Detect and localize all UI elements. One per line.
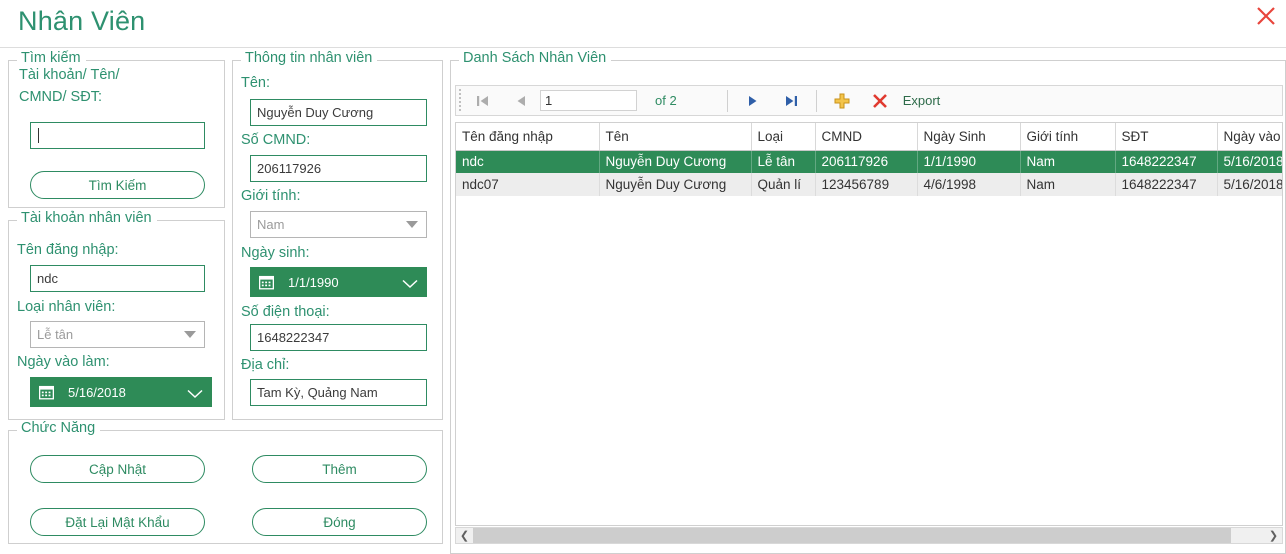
delete-cross-icon[interactable] bbox=[861, 86, 899, 115]
cell-idnumber: 123456789 bbox=[815, 173, 917, 196]
search-group: Tìm kiếm Tài khoản/ Tên/ CMND/ SĐT: Tìm … bbox=[8, 60, 225, 208]
dob-value: 1/1/1990 bbox=[288, 275, 402, 290]
scroll-left-icon[interactable]: ❮ bbox=[456, 528, 473, 543]
cell-phone: 1648222347 bbox=[1115, 150, 1217, 173]
employee-list-legend: Danh Sách Nhân Viên bbox=[459, 50, 611, 66]
phone-input[interactable]: 1648222347 bbox=[250, 324, 427, 351]
cell-gender: Nam bbox=[1020, 150, 1115, 173]
cell-hiredate: 5/16/2018 bbox=[1217, 173, 1283, 196]
scroll-right-icon[interactable]: ❯ bbox=[1265, 528, 1282, 543]
search-button[interactable]: Tìm Kiếm bbox=[30, 171, 205, 199]
grid-navigation-toolbar: 1 of 2 bbox=[455, 85, 1283, 116]
export-button[interactable]: Export bbox=[903, 93, 941, 108]
address-label: Địa chỉ: bbox=[241, 357, 289, 373]
page-title: Nhân Viên bbox=[18, 6, 145, 37]
title-bar: Nhân Viên bbox=[0, 0, 1286, 48]
header-divider bbox=[0, 47, 1286, 48]
toolbar-grip-handle[interactable] bbox=[456, 86, 464, 115]
hire-date-label: Ngày vào làm: bbox=[17, 354, 110, 370]
gender-value: Nam bbox=[257, 217, 284, 232]
table-row[interactable]: ndc07 Nguyễn Duy Cương Quản lí 123456789… bbox=[456, 173, 1283, 196]
search-label-line1: Tài khoản/ Tên/ bbox=[19, 67, 120, 83]
table-header-row: Tên đăng nhập Tên Loại CMND Ngày Sinh Gi… bbox=[456, 123, 1283, 150]
cell-username: ndc07 bbox=[456, 173, 599, 196]
table-body: ndc Nguyễn Duy Cương Lễ tân 206117926 1/… bbox=[456, 150, 1283, 196]
add-button[interactable]: Thêm bbox=[252, 455, 427, 483]
employee-management-window: Nhân Viên Tìm kiếm Tài khoản/ Tên/ CMND/… bbox=[0, 0, 1286, 554]
column-header-username[interactable]: Tên đăng nhập bbox=[456, 123, 599, 150]
table-row[interactable]: ndc Nguyễn Duy Cương Lễ tân 206117926 1/… bbox=[456, 150, 1283, 173]
cell-dob: 1/1/1990 bbox=[917, 150, 1020, 173]
account-group-legend: Tài khoản nhân viên bbox=[17, 210, 157, 226]
cell-name: Nguyễn Duy Cương bbox=[599, 150, 751, 173]
update-button[interactable]: Cập Nhật bbox=[30, 455, 205, 483]
cell-name: Nguyễn Duy Cương bbox=[599, 173, 751, 196]
toolbar-separator bbox=[816, 90, 817, 112]
username-label: Tên đăng nhập: bbox=[17, 242, 119, 258]
functions-group: Chức Năng Cập Nhật Thêm Đặt Lại Mật Khẩu… bbox=[8, 430, 443, 544]
chevron-down-icon bbox=[184, 331, 196, 338]
column-header-hiredate[interactable]: Ngày vào là bbox=[1217, 123, 1283, 150]
cell-phone: 1648222347 bbox=[1115, 173, 1217, 196]
cell-gender: Nam bbox=[1020, 173, 1115, 196]
employee-table: Tên đăng nhập Tên Loại CMND Ngày Sinh Gi… bbox=[456, 123, 1283, 196]
employee-type-value: Lễ tân bbox=[37, 327, 73, 342]
chevron-down-icon bbox=[187, 387, 203, 397]
id-number-label: Số CMND: bbox=[241, 132, 310, 148]
last-page-icon[interactable] bbox=[772, 86, 810, 115]
add-plus-icon[interactable] bbox=[823, 86, 861, 115]
dob-date-picker[interactable]: 1/1/1990 bbox=[250, 267, 427, 297]
account-group: Tài khoản nhân viên Tên đăng nhập: ndc L… bbox=[8, 220, 225, 420]
employee-type-dropdown[interactable]: Lễ tân bbox=[30, 321, 205, 348]
employee-list-group: Danh Sách Nhân Viên 1 of 2 bbox=[450, 60, 1286, 554]
scrollbar-track[interactable] bbox=[1231, 528, 1265, 543]
name-label: Tên: bbox=[241, 75, 270, 91]
chevron-down-icon bbox=[406, 221, 418, 228]
cell-type: Lễ tân bbox=[751, 150, 815, 173]
column-header-phone[interactable]: SĐT bbox=[1115, 123, 1217, 150]
dob-label: Ngày sinh: bbox=[241, 245, 310, 261]
hire-date-value: 5/16/2018 bbox=[68, 385, 187, 400]
employee-data-grid[interactable]: Tên đăng nhập Tên Loại CMND Ngày Sinh Gi… bbox=[455, 122, 1283, 526]
reset-password-button[interactable]: Đặt Lại Mật Khẩu bbox=[30, 508, 205, 536]
id-number-input[interactable]: 206117926 bbox=[250, 155, 427, 182]
toolbar-separator bbox=[727, 90, 728, 112]
phone-label: Số điện thoại: bbox=[241, 304, 330, 320]
column-header-dob[interactable]: Ngày Sinh bbox=[917, 123, 1020, 150]
scrollbar-thumb[interactable] bbox=[473, 528, 1231, 543]
gender-dropdown[interactable]: Nam bbox=[250, 211, 427, 238]
employee-info-group: Thông tin nhân viên Tên: Nguyễn Duy Cươn… bbox=[232, 60, 443, 420]
first-page-icon[interactable] bbox=[464, 86, 502, 115]
cell-dob: 4/6/1998 bbox=[917, 173, 1020, 196]
username-input[interactable]: ndc bbox=[30, 265, 205, 292]
address-input[interactable]: Tam Kỳ, Quảng Nam bbox=[250, 379, 427, 406]
cell-type: Quản lí bbox=[751, 173, 815, 196]
page-count-label: of 2 bbox=[655, 93, 677, 108]
gender-label: Giới tính: bbox=[241, 188, 300, 204]
search-label-line2: CMND/ SĐT: bbox=[19, 89, 102, 105]
cell-username: ndc bbox=[456, 150, 599, 173]
grid-horizontal-scrollbar[interactable]: ❮ ❯ bbox=[455, 527, 1283, 544]
search-group-legend: Tìm kiếm bbox=[17, 50, 86, 66]
column-header-name[interactable]: Tên bbox=[599, 123, 751, 150]
employee-type-label: Loại nhân viên: bbox=[17, 299, 115, 315]
close-form-button[interactable]: Đóng bbox=[252, 508, 427, 536]
search-input[interactable] bbox=[30, 122, 205, 149]
column-header-idnumber[interactable]: CMND bbox=[815, 123, 917, 150]
column-header-gender[interactable]: Giới tính bbox=[1020, 123, 1115, 150]
name-input[interactable]: Nguyễn Duy Cương bbox=[250, 99, 427, 126]
calendar-icon bbox=[39, 385, 54, 400]
calendar-icon bbox=[259, 275, 274, 290]
hire-date-picker[interactable]: 5/16/2018 bbox=[30, 377, 212, 407]
next-page-icon[interactable] bbox=[734, 86, 772, 115]
cell-idnumber: 206117926 bbox=[815, 150, 917, 173]
chevron-down-icon bbox=[402, 277, 418, 287]
cell-hiredate: 5/16/2018 bbox=[1217, 150, 1283, 173]
column-header-type[interactable]: Loại bbox=[751, 123, 815, 150]
employee-info-legend: Thông tin nhân viên bbox=[241, 50, 377, 66]
close-icon[interactable] bbox=[1252, 2, 1280, 30]
functions-group-legend: Chức Năng bbox=[17, 420, 100, 436]
previous-page-icon[interactable] bbox=[502, 86, 540, 115]
page-number-input[interactable]: 1 bbox=[540, 90, 637, 111]
